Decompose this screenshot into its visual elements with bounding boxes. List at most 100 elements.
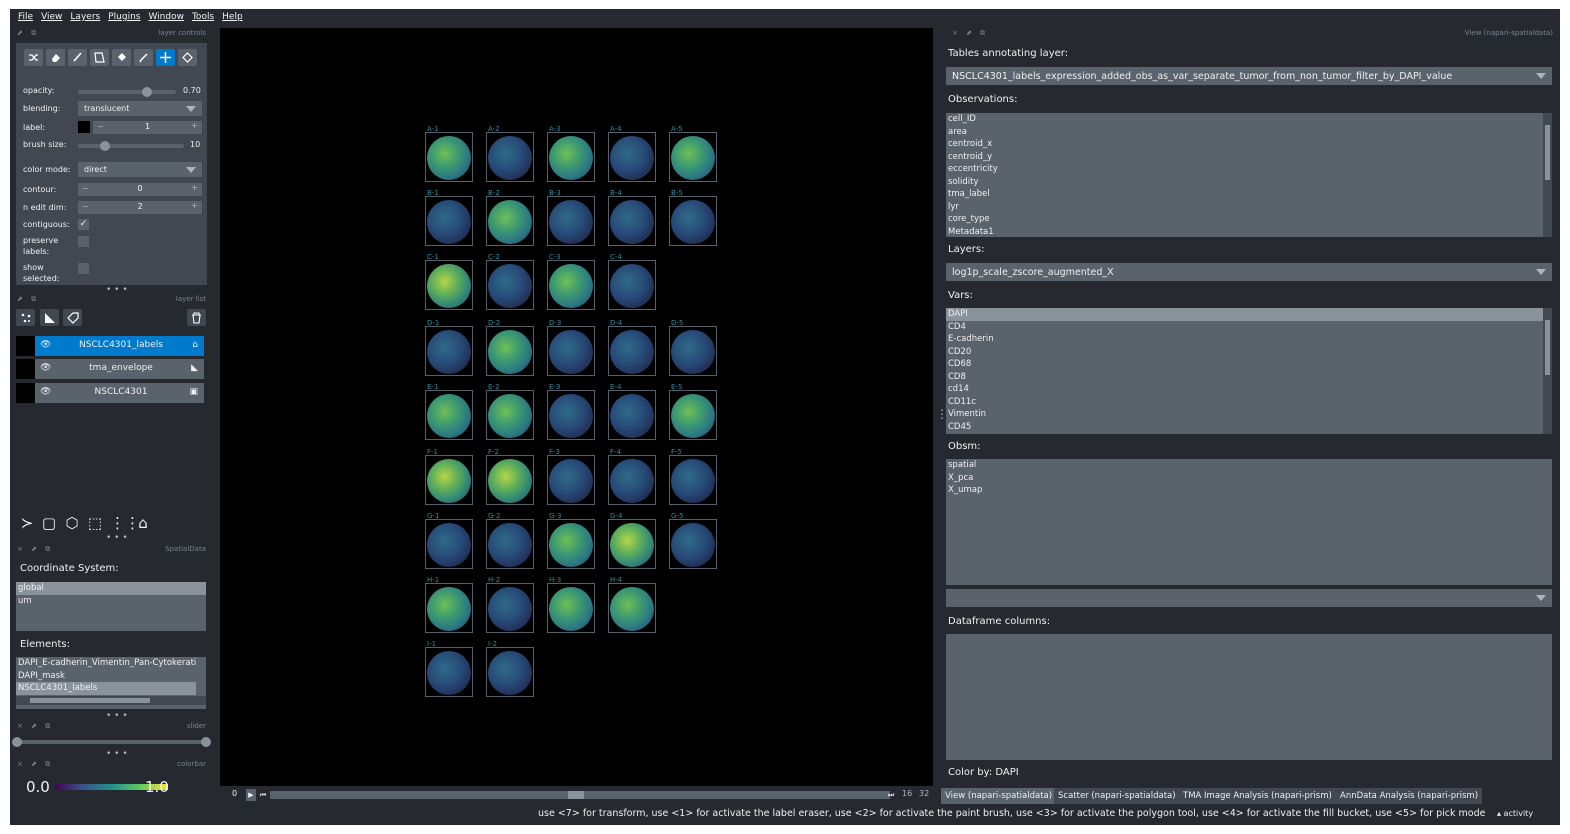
vertical-scrollbar[interactable] — [1543, 113, 1552, 237]
dock-buttons-icon[interactable]: × ⬈ ⧉ — [17, 722, 53, 731]
tab-anndata-analysis[interactable]: AnnData Analysis (napari-prism) — [1336, 788, 1483, 804]
splitter-handle-icon[interactable]: • • • — [106, 711, 128, 721]
layer-name[interactable]: tma_envelope — [56, 363, 186, 373]
tab-tma-image-analysis[interactable]: TMA Image Analysis (napari-prism) — [1179, 788, 1336, 804]
list-item[interactable]: CD11c — [946, 396, 1552, 409]
delete-layer-icon[interactable] — [187, 309, 206, 326]
list-item[interactable]: X_pca — [946, 472, 1552, 485]
range-slider[interactable] — [18, 740, 206, 744]
preserve-labels-checkbox[interactable] — [78, 236, 89, 247]
n-edit-dim-spinbox[interactable]: −2 + — [78, 201, 202, 214]
layer-name[interactable]: NSCLC4301_labels — [56, 340, 186, 350]
list-item[interactable]: CD20 — [946, 346, 1552, 359]
list-item[interactable]: CD68 — [946, 358, 1552, 371]
list-item[interactable]: X_umap — [946, 484, 1552, 497]
dims-slider-handle[interactable] — [568, 791, 584, 799]
increment-icon[interactable]: + — [191, 183, 198, 192]
transpose-icon[interactable]: ⬚ — [86, 515, 104, 531]
layer-row-labels[interactable]: 👁 NSCLC4301_labels ⌂ — [16, 336, 204, 356]
list-item[interactable]: lyr — [946, 201, 1552, 214]
eye-icon[interactable]: 👁 — [40, 387, 51, 397]
list-item[interactable]: CD4 — [946, 321, 1552, 334]
new-points-layer-icon[interactable] — [16, 309, 35, 326]
list-item[interactable]: DAPI_E-cadherin_Vimentin_Pan-Cytokerati — [16, 657, 198, 670]
range-slider-max-handle[interactable] — [201, 737, 211, 747]
brush-size-slider-handle[interactable] — [99, 141, 110, 151]
brush-size-slider[interactable] — [78, 144, 184, 148]
activity-button[interactable]: ▴ activity — [1497, 809, 1533, 818]
layer-row-tma-envelope[interactable]: 👁 tma_envelope ◣ — [16, 359, 204, 379]
menu-file[interactable]: File — [18, 12, 33, 22]
home-icon[interactable]: ⌂ — [134, 515, 152, 531]
opacity-slider[interactable] — [78, 90, 176, 94]
viewer-canvas[interactable]: A-1 A-2 A-3 A-4 A-5 B-1 B-2 B-3 B-4 B-5 C-1 C-2 C-3 C… — [220, 28, 933, 786]
layer-name[interactable]: NSCLC4301 — [56, 387, 186, 397]
menu-layers[interactable]: Layers — [70, 12, 100, 22]
list-item[interactable]: CD45 — [946, 421, 1552, 434]
ndisplay-icon[interactable]: ▢ — [40, 515, 58, 531]
increment-icon[interactable]: + — [191, 201, 198, 210]
list-item[interactable]: DAPI_mask — [16, 670, 206, 683]
list-item[interactable]: area — [946, 126, 1552, 139]
list-item[interactable]: eccentricity — [946, 163, 1552, 176]
dims-slider[interactable] — [270, 791, 890, 799]
increment-icon[interactable]: + — [191, 121, 198, 130]
dock-buttons-icon[interactable]: × ⬈ ⧉ — [17, 545, 53, 554]
menu-view[interactable]: View — [41, 12, 62, 22]
eye-icon[interactable]: 👁 — [40, 340, 51, 350]
color-mode-select[interactable]: direct — [78, 162, 202, 177]
eye-icon[interactable]: 👁 — [40, 363, 51, 373]
show-selected-checkbox[interactable] — [78, 263, 89, 274]
list-item[interactable]: cell_ID — [946, 113, 1552, 126]
new-labels-layer-icon[interactable] — [63, 309, 82, 326]
label-spinbox[interactable]: −1 + — [93, 121, 202, 134]
list-item[interactable]: Vimentin — [946, 408, 1552, 421]
new-shapes-layer-icon[interactable] — [40, 309, 59, 326]
dock-buttons-icon[interactable]: × ⬈ ⧉ — [952, 29, 988, 38]
transform-icon[interactable] — [178, 49, 197, 66]
menu-help[interactable]: Help — [222, 12, 243, 22]
tab-scatter-spatialdata[interactable]: Scatter (napari-spatialdata) — [1054, 788, 1180, 804]
console-icon[interactable]: ≻ — [18, 515, 36, 531]
dock-buttons-icon[interactable]: × ⬈ ⧉ — [17, 760, 53, 769]
layers-select[interactable]: log1p_scale_zscore_augmented_X — [946, 263, 1552, 281]
list-item[interactable]: E-cadherin — [946, 333, 1552, 346]
eraser-icon[interactable] — [46, 49, 65, 66]
layer-row-nsclc4301[interactable]: 👁 NSCLC4301 ▣ — [16, 383, 204, 403]
label-color-swatch[interactable] — [78, 121, 90, 133]
horizontal-scrollbar[interactable] — [16, 696, 206, 705]
step-forward-icon[interactable]: ⏭ — [888, 789, 896, 801]
dock-buttons-icon[interactable]: ⬈ ⧉ — [17, 295, 39, 304]
contiguous-checkbox[interactable]: ✓ — [78, 219, 89, 230]
blending-select[interactable]: translucent — [78, 101, 202, 116]
tab-view-spatialdata[interactable]: View (napari-spatialdata) — [941, 788, 1057, 804]
scrollbar-handle[interactable] — [1545, 320, 1550, 375]
shuffle-icon[interactable] — [24, 49, 43, 66]
list-item[interactable]: spatial — [946, 459, 1552, 472]
list-item[interactable]: core_type — [946, 213, 1552, 226]
picker-icon[interactable] — [134, 49, 153, 66]
roll-icon[interactable]: ⬡ — [63, 515, 81, 531]
splitter-handle-icon[interactable]: • • • — [106, 749, 128, 759]
list-item[interactable]: centroid_y — [946, 151, 1552, 164]
fill-bucket-icon[interactable] — [112, 49, 131, 66]
list-item[interactable]: CD8 — [946, 371, 1552, 384]
contour-spinbox[interactable]: −0 + — [78, 183, 202, 196]
dock-buttons-icon[interactable]: ⬈ ⧉ — [17, 29, 39, 38]
list-item[interactable]: um — [16, 595, 206, 608]
obsm-index-select[interactable] — [946, 589, 1552, 607]
list-item[interactable]: solidity — [946, 176, 1552, 189]
polygon-icon[interactable] — [90, 49, 109, 66]
list-item[interactable]: global — [16, 582, 206, 595]
scrollbar-handle[interactable] — [1545, 125, 1550, 180]
move-icon[interactable] — [156, 49, 175, 66]
opacity-slider-handle[interactable] — [141, 87, 152, 97]
menu-window[interactable]: Window — [148, 12, 184, 22]
list-item[interactable]: NSCLC4301_labels — [16, 682, 196, 695]
grid-icon[interactable]: ⋮⋮ — [110, 515, 140, 531]
list-item[interactable]: DAPI — [946, 308, 1552, 321]
menu-plugins[interactable]: Plugins — [108, 12, 140, 22]
menu-tools[interactable]: Tools — [192, 12, 214, 22]
list-item[interactable]: Metadata1 — [946, 226, 1552, 238]
step-back-icon[interactable]: ⏮ — [259, 789, 267, 801]
